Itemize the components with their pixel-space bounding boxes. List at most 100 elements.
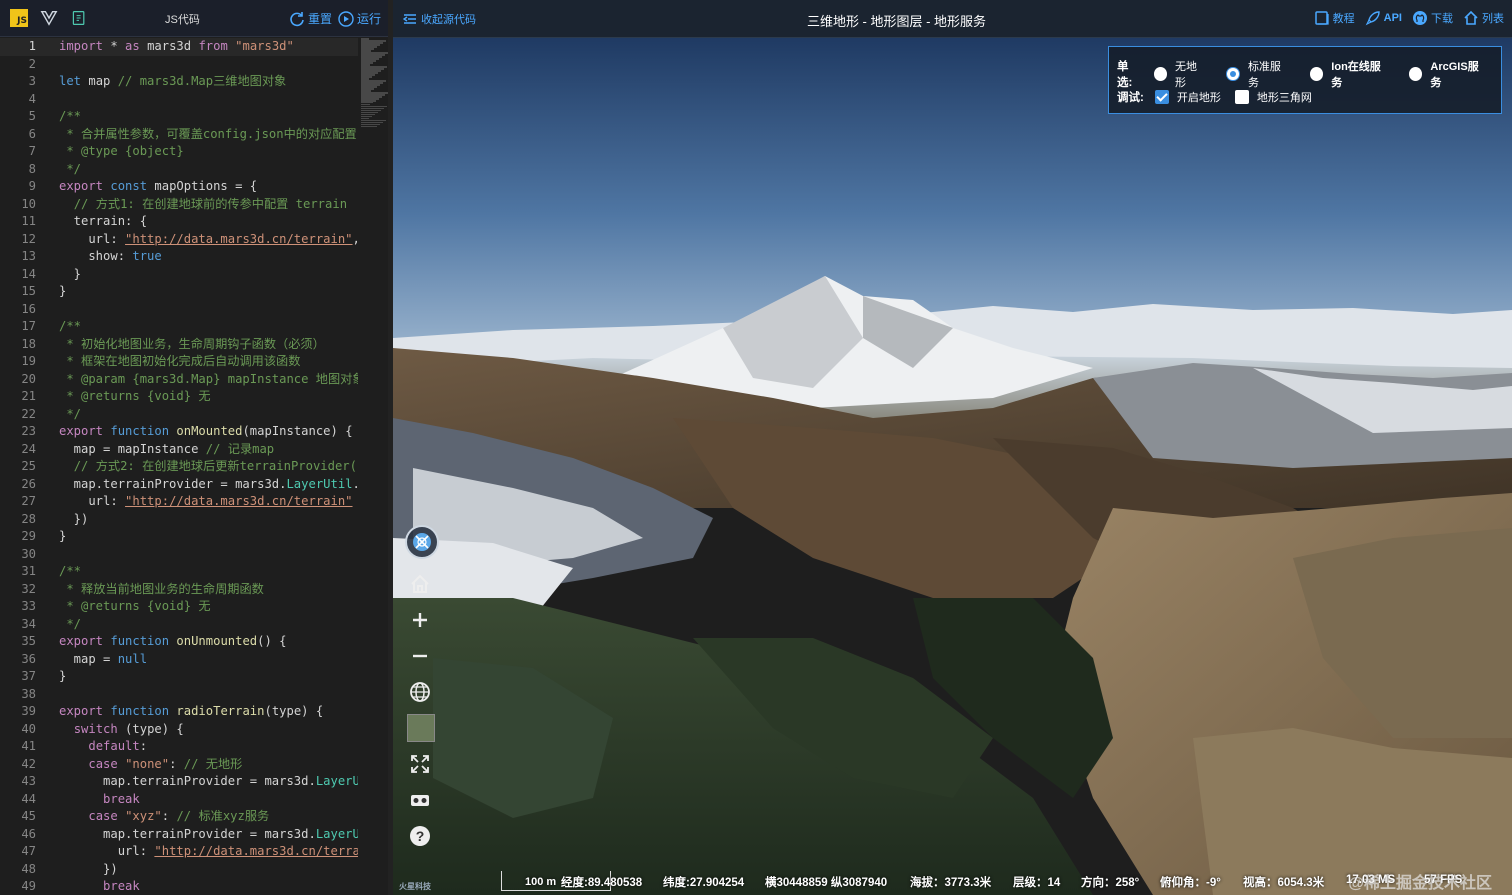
code-line[interactable]: 10 // 方式1: 在创建地球前的传参中配置 terrain bbox=[0, 196, 358, 214]
line-code[interactable]: * 合并属性参数，可覆盖config.json中的对应配置 bbox=[59, 126, 356, 144]
line-code[interactable]: case "none": // 无地形 bbox=[59, 756, 242, 774]
line-code[interactable]: map.terrainProvider = mars3d.LayerUtil.c bbox=[59, 476, 358, 494]
line-code[interactable]: * @returns {void} 无 bbox=[59, 598, 210, 616]
code-line[interactable]: 17 /** bbox=[0, 318, 358, 336]
home-view-button[interactable] bbox=[405, 569, 435, 599]
line-code[interactable]: let map // mars3d.Map三维地图对象 bbox=[59, 73, 286, 91]
code-line[interactable]: 43 map.terrainProvider = mars3d.LayerUt bbox=[0, 773, 358, 791]
code-line[interactable]: 2 bbox=[0, 56, 358, 74]
fullscreen-button[interactable] bbox=[405, 749, 435, 779]
code-minimap[interactable] bbox=[361, 38, 389, 133]
code-line[interactable]: 3 let map // mars3d.Map三维地图对象 bbox=[0, 73, 358, 91]
code-line[interactable]: 28 }) bbox=[0, 511, 358, 529]
code-line[interactable]: 16 bbox=[0, 301, 358, 319]
line-code[interactable]: import * as mars3d from "mars3d" bbox=[59, 38, 294, 56]
code-line[interactable]: 38 bbox=[0, 686, 358, 704]
line-code[interactable]: /** bbox=[59, 318, 81, 336]
line-code[interactable]: */ bbox=[59, 616, 81, 634]
list-link[interactable]: 列表 bbox=[1463, 10, 1504, 26]
code-line[interactable]: 23 export function onMounted(mapInstance)… bbox=[0, 423, 358, 441]
vr-button[interactable] bbox=[405, 785, 435, 815]
line-code[interactable]: export function onMounted(mapInstance) { bbox=[59, 423, 353, 441]
line-code[interactable]: } bbox=[59, 528, 66, 546]
line-code[interactable]: * 初始化地图业务，生命周期钩子函数（必须） bbox=[59, 336, 324, 354]
code-line[interactable]: 13 show: true bbox=[0, 248, 358, 266]
radio-none[interactable] bbox=[1153, 67, 1167, 81]
line-code[interactable]: map = null bbox=[59, 651, 147, 669]
vue-icon[interactable] bbox=[38, 7, 60, 29]
line-code[interactable]: }) bbox=[59, 511, 89, 529]
line-code[interactable]: * 框架在地图初始化完成后自动调用该函数 bbox=[59, 353, 300, 371]
line-code[interactable]: switch (type) { bbox=[59, 721, 184, 739]
line-code[interactable]: break bbox=[59, 878, 140, 895]
line-code[interactable]: show: true bbox=[59, 248, 161, 266]
code-line[interactable]: 11 terrain: { bbox=[0, 213, 358, 231]
code-line[interactable]: 30 bbox=[0, 546, 358, 564]
line-code[interactable]: export function radioTerrain(type) { bbox=[59, 703, 323, 721]
line-code[interactable]: export const mapOptions = { bbox=[59, 178, 257, 196]
code-line[interactable]: 46 map.terrainProvider = mars3d.LayerUt bbox=[0, 826, 358, 844]
line-code[interactable]: // 方式2: 在创建地球后更新terrainProvider( bbox=[59, 458, 357, 476]
line-code[interactable]: /** bbox=[59, 563, 81, 581]
code-line[interactable]: 40 switch (type) { bbox=[0, 721, 358, 739]
code-line[interactable]: 15} bbox=[0, 283, 358, 301]
line-code[interactable]: map.terrainProvider = mars3d.LayerUt bbox=[59, 773, 358, 791]
code-line[interactable]: 41 default: bbox=[0, 738, 358, 756]
code-line[interactable]: 21 * @returns {void} 无 bbox=[0, 388, 358, 406]
line-code[interactable]: }) bbox=[59, 861, 118, 879]
code-area[interactable]: 1 import * as mars3d from "mars3d" 2 3 let m… bbox=[0, 38, 358, 895]
code-line[interactable]: 5 /** bbox=[0, 108, 358, 126]
code-line[interactable]: 44 break bbox=[0, 791, 358, 809]
line-code[interactable]: */ bbox=[59, 406, 81, 424]
code-line[interactable]: 29} bbox=[0, 528, 358, 546]
code-line[interactable]: 25 // 方式2: 在创建地球后更新terrainProvider( bbox=[0, 458, 358, 476]
line-code[interactable]: terrain: { bbox=[59, 213, 147, 231]
radio-arcgis-label[interactable]: ArcGIS服务 bbox=[1430, 58, 1487, 90]
line-code[interactable]: url: "http://data.mars3d.cn/terrai bbox=[59, 843, 358, 861]
line-code[interactable]: default: bbox=[59, 738, 147, 756]
line-code[interactable]: * 释放当前地图业务的生命周期函数 bbox=[59, 581, 264, 599]
code-line[interactable]: 47 url: "http://data.mars3d.cn/terrai bbox=[0, 843, 358, 861]
code-line[interactable]: 18 * 初始化地图业务，生命周期钩子函数（必须） bbox=[0, 336, 358, 354]
radio-standard[interactable] bbox=[1226, 67, 1240, 81]
line-code[interactable]: * @param {mars3d.Map} mapInstance 地图对象 bbox=[59, 371, 358, 389]
radio-none-label[interactable]: 无地形 bbox=[1175, 58, 1207, 90]
line-code[interactable]: * @type {object} bbox=[59, 143, 183, 161]
code-line[interactable]: 27 url: "http://data.mars3d.cn/terrain" bbox=[0, 493, 358, 511]
help-button[interactable]: ? bbox=[405, 821, 435, 851]
line-code[interactable]: // 方式1: 在创建地球前的传参中配置 terrain bbox=[59, 196, 347, 214]
run-button[interactable]: 运行 bbox=[338, 10, 381, 27]
code-line[interactable]: 34 */ bbox=[0, 616, 358, 634]
code-line[interactable]: 24 map = mapInstance // 记录map bbox=[0, 441, 358, 459]
code-line[interactable]: 48 }) bbox=[0, 861, 358, 879]
code-line[interactable]: 49 break bbox=[0, 878, 358, 895]
code-line[interactable]: 42 case "none": // 无地形 bbox=[0, 756, 358, 774]
code-line[interactable]: 37} bbox=[0, 668, 358, 686]
code-line[interactable]: 36 map = null bbox=[0, 651, 358, 669]
code-line[interactable]: 9 export const mapOptions = { bbox=[0, 178, 358, 196]
code-line[interactable]: 35 export function onUnmounted() { bbox=[0, 633, 358, 651]
code-line[interactable]: 26 map.terrainProvider = mars3d.LayerUti… bbox=[0, 476, 358, 494]
line-code[interactable]: url: "http://data.mars3d.cn/terrain" bbox=[59, 493, 352, 511]
line-code[interactable]: * @returns {void} 无 bbox=[59, 388, 210, 406]
line-code[interactable]: map.terrainProvider = mars3d.LayerUt bbox=[59, 826, 358, 844]
line-code[interactable]: */ bbox=[59, 161, 81, 179]
tutorial-link[interactable]: 教程 bbox=[1314, 10, 1355, 26]
code-line[interactable]: 32 * 释放当前地图业务的生命周期函数 bbox=[0, 581, 358, 599]
line-code[interactable]: } bbox=[59, 283, 66, 301]
reset-button[interactable]: 重置 bbox=[289, 10, 332, 27]
basemap-switch-button[interactable] bbox=[405, 713, 435, 743]
code-line[interactable]: 20 * @param {mars3d.Map} mapInstance 地图对… bbox=[0, 371, 358, 389]
zoom-in-button[interactable] bbox=[405, 605, 435, 635]
code-line[interactable]: 19 * 框架在地图初始化完成后自动调用该函数 bbox=[0, 353, 358, 371]
radio-ion-label[interactable]: Ion在线服务 bbox=[1331, 58, 1389, 90]
terrain-wireframe-label[interactable]: 地形三角网 bbox=[1257, 89, 1312, 105]
line-code[interactable]: /** bbox=[59, 108, 81, 126]
line-code[interactable]: export function onUnmounted() { bbox=[59, 633, 287, 651]
radio-ion[interactable] bbox=[1309, 67, 1324, 81]
code-line[interactable]: 14 } bbox=[0, 266, 358, 284]
api-link[interactable]: API bbox=[1365, 10, 1402, 26]
code-line[interactable]: 12 url: "http://data.mars3d.cn/terrain", bbox=[0, 231, 358, 249]
code-line[interactable]: 31 /** bbox=[0, 563, 358, 581]
download-link[interactable]: 下载 bbox=[1412, 10, 1453, 26]
